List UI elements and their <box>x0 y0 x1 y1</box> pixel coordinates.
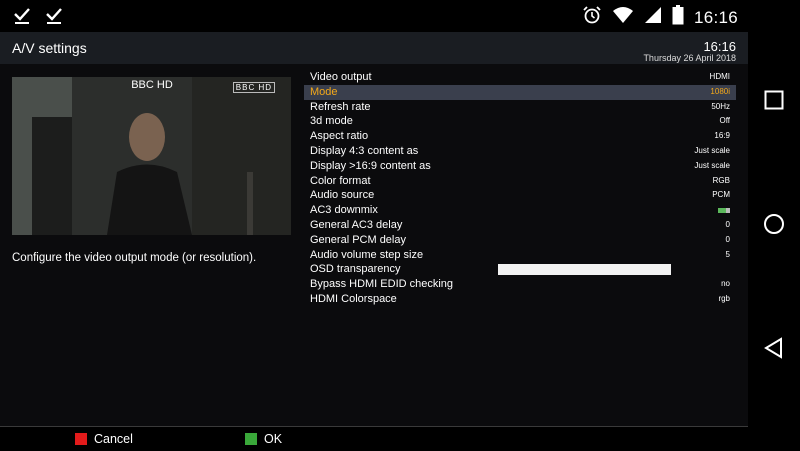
setting-label: AC3 downmix <box>310 204 378 217</box>
setting-label: Refresh rate <box>310 100 371 113</box>
cancel-button[interactable]: Cancel <box>75 432 133 446</box>
wifi-icon <box>612 6 634 29</box>
setting-description: Configure the video output mode (or reso… <box>12 252 257 264</box>
setting-label: HDMI Colorspace <box>310 292 397 305</box>
notification-icons <box>12 5 64 30</box>
setting-value: no <box>721 279 730 289</box>
setting-value: 0 <box>725 219 730 229</box>
check-icon <box>12 5 32 30</box>
settings-row[interactable]: AC3 downmix <box>304 203 736 218</box>
channel-logo: BBC HD <box>232 82 275 93</box>
check-icon <box>44 5 64 30</box>
settings-row[interactable]: Color format RGB <box>304 174 736 189</box>
settings-row[interactable]: Video output HDMI <box>304 70 736 85</box>
setting-value: 0 <box>725 234 730 244</box>
setting-label: General PCM delay <box>310 233 406 246</box>
navigation-bar <box>748 32 800 450</box>
content-area: BBC HD BBC HD Configure the video output… <box>0 64 748 426</box>
back-button[interactable] <box>748 328 800 368</box>
setting-label: 3d mode <box>310 115 353 128</box>
setting-value: HDMI <box>709 72 730 81</box>
settings-row[interactable]: OSD transparency <box>304 262 736 277</box>
setting-label: Video output <box>310 71 372 83</box>
setting-label: Audio source <box>310 189 375 202</box>
av-settings-screen: A/V settings 16:16 Thursday 26 April 201… <box>0 32 748 451</box>
ac3-downmix-toggle[interactable] <box>718 208 730 214</box>
settings-row[interactable]: Aspect ratio 16:9 <box>304 129 736 144</box>
green-key-icon <box>245 433 257 445</box>
preview-scene <box>12 77 291 235</box>
header-time: 16:16 <box>703 39 736 54</box>
status-bar: 16:16 <box>0 0 800 32</box>
setting-value: RGB <box>712 175 730 185</box>
setting-label: Audio volume step size <box>310 248 424 261</box>
recents-icon <box>764 90 784 110</box>
setting-label: Color format <box>310 174 371 187</box>
settings-row[interactable]: 3d mode Off <box>304 114 736 129</box>
setting-label: Bypass HDMI EDID checking <box>310 278 454 291</box>
home-icon <box>764 214 784 234</box>
setting-label: General AC3 delay <box>310 218 403 231</box>
setting-label: Mode <box>310 85 338 98</box>
setting-label: OSD transparency <box>310 263 401 276</box>
setting-label: Display >16:9 content as <box>310 159 431 172</box>
ok-button[interactable]: OK <box>245 432 282 446</box>
signal-icon <box>644 6 662 29</box>
title-bar: A/V settings 16:16 Thursday 26 April 201… <box>0 32 748 64</box>
setting-value: PCM <box>712 190 730 200</box>
header-date: Thursday 26 April 2018 <box>643 53 736 63</box>
red-key-icon <box>75 433 87 445</box>
settings-row[interactable]: Display >16:9 content as Just scale <box>304 159 736 174</box>
status-clock: 16:16 <box>693 7 738 27</box>
alarm-icon <box>582 5 602 30</box>
settings-row[interactable]: Audio source PCM <box>304 188 736 203</box>
settings-row[interactable]: Bypass HDMI EDID checking no <box>304 277 736 292</box>
setting-value: 5 <box>725 249 730 259</box>
setting-value: 16:9 <box>714 131 730 141</box>
osd-transparency-slider[interactable] <box>498 264 671 276</box>
setting-value: 50Hz <box>711 101 730 111</box>
home-button[interactable] <box>748 204 800 244</box>
video-preview: BBC HD BBC HD <box>12 77 291 235</box>
recents-button[interactable] <box>748 80 800 120</box>
settings-row[interactable]: General AC3 delay 0 <box>304 218 736 233</box>
settings-list: Video output HDMI Mode 1080i Refresh rate 50H… <box>304 70 736 307</box>
settings-row[interactable]: Mode 1080i <box>304 84 736 100</box>
back-icon <box>764 337 782 359</box>
settings-row[interactable]: General PCM delay 0 <box>304 233 736 248</box>
settings-row[interactable]: HDMI Colorspace rgb <box>304 292 736 307</box>
setting-value: Off <box>719 116 730 126</box>
setting-value: rgb <box>718 293 730 303</box>
settings-row[interactable]: Refresh rate 50Hz <box>304 100 736 115</box>
system-icons: 16:16 <box>582 5 738 30</box>
battery-icon <box>672 5 684 30</box>
setting-value: Just scale <box>694 160 730 170</box>
setting-label: Display 4:3 content as <box>310 144 419 157</box>
cancel-label: Cancel <box>94 432 133 446</box>
button-bar: Cancel OK <box>0 426 748 451</box>
setting-label: Aspect ratio <box>310 130 369 143</box>
ok-label: OK <box>264 432 283 446</box>
settings-row[interactable]: Audio volume step size 5 <box>304 248 736 263</box>
page-title: A/V settings <box>12 40 87 56</box>
settings-row[interactable]: Display 4:3 content as Just scale <box>304 144 736 159</box>
setting-value: 1080i <box>710 86 730 96</box>
setting-value: Just scale <box>694 145 730 155</box>
